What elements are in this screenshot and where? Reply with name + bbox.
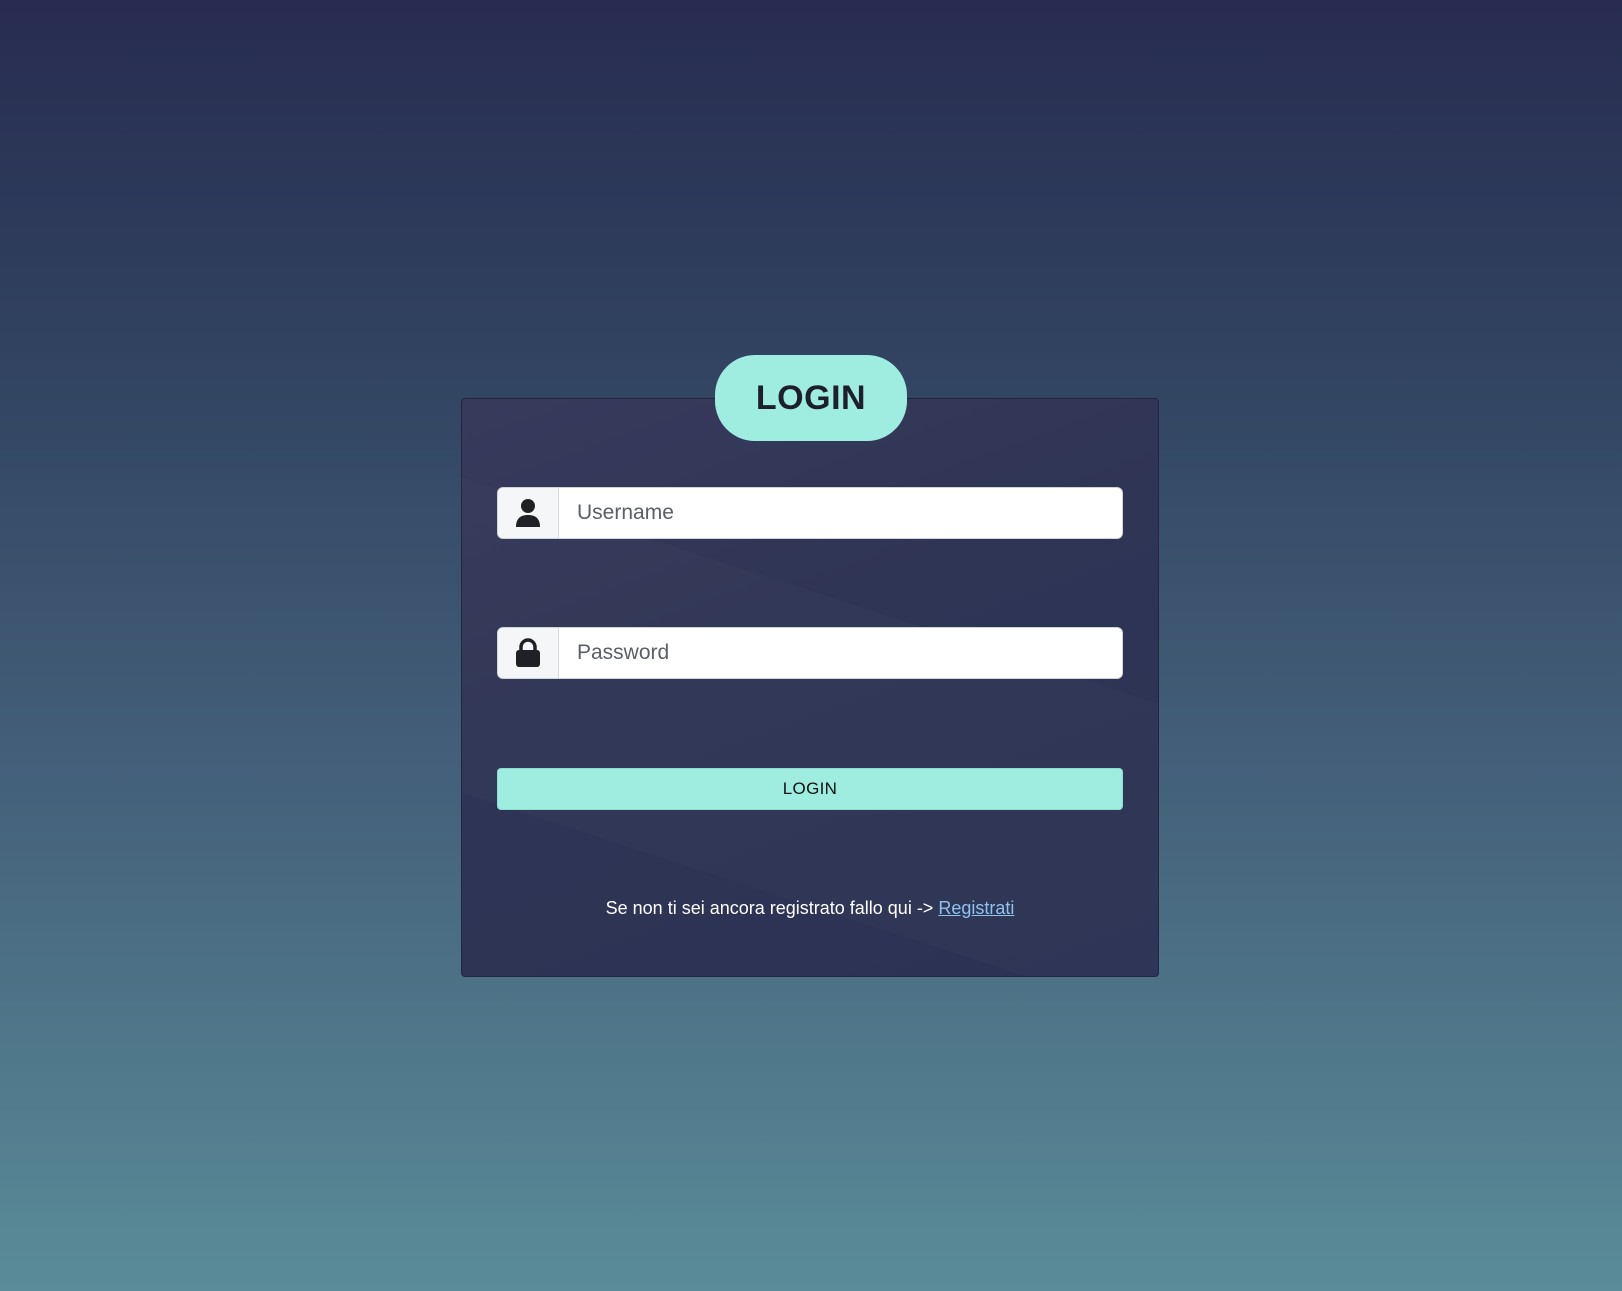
username-input[interactable] — [559, 488, 1122, 538]
password-input[interactable] — [559, 628, 1122, 678]
password-input-group — [497, 627, 1123, 679]
login-button[interactable]: LOGIN — [497, 768, 1123, 810]
username-input-group — [497, 487, 1123, 539]
register-prompt: Se non ti sei ancora registrato fallo qu… — [461, 898, 1159, 919]
login-card — [461, 398, 1159, 977]
lock-icon — [498, 628, 559, 678]
register-prompt-text: Se non ti sei ancora registrato fallo qu… — [605, 898, 939, 918]
page-title: LOGIN — [715, 355, 907, 441]
register-link[interactable]: Registrati — [938, 898, 1014, 918]
user-icon — [498, 488, 559, 538]
